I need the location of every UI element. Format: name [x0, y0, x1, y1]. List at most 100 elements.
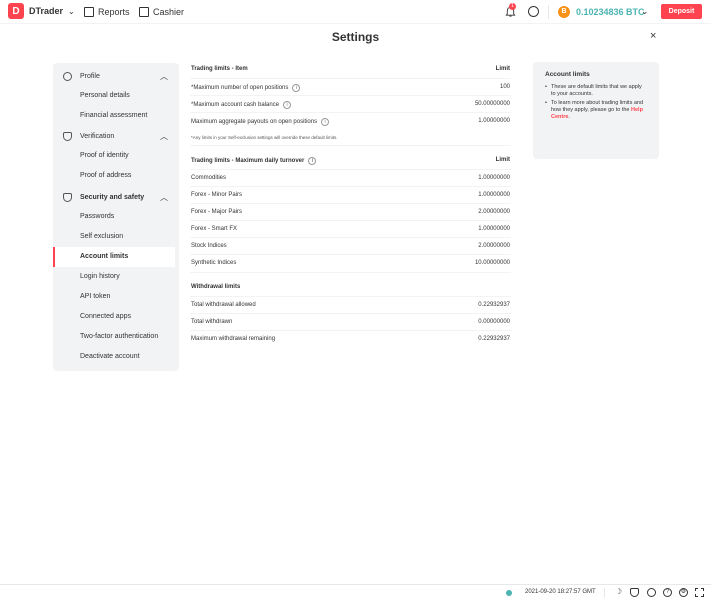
row-value: 0.22932937 [478, 336, 510, 342]
info-icon[interactable]: i [292, 84, 301, 92]
sidebar-item-two-factor-auth[interactable]: Two-factor authentication [53, 327, 175, 347]
table-title: Trading limits - Item [191, 66, 248, 72]
table-row: *Maximum account cash balance i 50.000000… [190, 95, 511, 112]
row-label: Synthetic Indices [191, 260, 237, 266]
row-label: Commodities [191, 175, 227, 181]
row-label: Forex - Minor Pairs [191, 192, 243, 198]
sidebar-section-verification[interactable]: Verification ︿ [53, 126, 179, 146]
row-value: 100 [499, 84, 510, 90]
row-label: Total withdrawal allowed [191, 302, 256, 308]
fullscreen-icon[interactable] [695, 588, 704, 597]
sidebar-item-proof-of-identity[interactable]: Proof of identity [53, 146, 175, 166]
close-icon[interactable]: × [650, 30, 656, 42]
nav-reports[interactable]: Reports [84, 7, 130, 17]
footer: 2021-09-20 18:27:57 GMT ☽ ? ⚙ [0, 584, 711, 600]
sidebar-item-deactivate-account[interactable]: Deactivate account [53, 347, 175, 367]
row-label: Maximum withdrawal remaining [191, 336, 276, 342]
deposit-button[interactable]: Deposit [661, 4, 702, 19]
user-icon [63, 71, 72, 81]
info-icon[interactable]: i [283, 101, 292, 109]
chevron-down-icon: ⌄ [68, 6, 75, 16]
sidebar-section-label: Verification [80, 132, 115, 140]
sidebar-item-login-history[interactable]: Login history [53, 267, 175, 287]
account-limits-info-box: Account limits These are default limits … [533, 62, 659, 159]
lock-shield-icon [63, 192, 72, 202]
server-time: 2021-09-20 18:27:57 GMT [525, 589, 596, 595]
row-value: 0.00000000 [478, 319, 510, 325]
row-label: *Maximum number of open positions [191, 85, 289, 91]
info-bullet-end: . [568, 114, 570, 120]
settings-sidebar: Profile ︿ Personal details Financial ass… [53, 63, 179, 371]
cashier-icon [139, 7, 149, 17]
top-header: D DTrader ⌄ Reports Cashier 1 B 0.102348… [0, 0, 711, 24]
limit-column-header: Limit [495, 157, 510, 163]
account-icon[interactable] [528, 6, 539, 17]
sidebar-item-proof-of-address[interactable]: Proof of address [53, 166, 175, 186]
nav-reports-label: Reports [98, 7, 130, 17]
table-header: Trading limits - Maximum daily turnover i… [190, 154, 511, 168]
chevron-up-icon: ︿ [160, 192, 168, 202]
table-title: Trading limits - Maximum daily turnover [191, 158, 305, 164]
sidebar-section-label: Profile [80, 72, 100, 80]
sidebar-section-label: Security and safety [80, 193, 145, 201]
nav-cashier[interactable]: Cashier [139, 7, 184, 17]
reports-icon [84, 7, 94, 17]
chevron-up-icon: ︿ [160, 131, 168, 141]
platform-name: DTrader [29, 6, 64, 16]
row-label: Forex - Smart FX [191, 226, 238, 232]
info-bullet: These are default limits that we apply t… [545, 84, 647, 98]
sidebar-item-account-limits[interactable]: Account limits [53, 247, 175, 267]
account-balance[interactable]: 0.10234836 BTC [576, 7, 645, 17]
sidebar-item-api-token[interactable]: API token [53, 287, 175, 307]
info-box-title: Account limits [545, 71, 590, 78]
row-value: 1.00000000 [478, 175, 510, 181]
row-value: 1.00000000 [478, 192, 510, 198]
table-row: Stock Indices 2.00000000 [190, 237, 511, 254]
row-label: Stock Indices [191, 243, 227, 249]
self-exclusion-note: *Any limits in your Self-exclusion setti… [191, 135, 338, 140]
platform-switcher[interactable]: D DTrader ⌄ [8, 3, 75, 19]
section-divider [190, 145, 511, 146]
table-row: Total withdrawn 0.00000000 [190, 313, 511, 330]
sidebar-item-connected-apps[interactable]: Connected apps [53, 307, 175, 327]
info-bullet: To learn more about trading limits and h… [545, 100, 647, 121]
table-title: Withdrawal limits [191, 284, 241, 290]
shield-check-icon [63, 131, 72, 141]
help-icon[interactable]: ? [663, 588, 672, 597]
row-label: Forex - Major Pairs [191, 209, 243, 215]
info-icon[interactable]: i [308, 157, 317, 165]
btc-currency-icon: B [558, 6, 570, 18]
table-row: Maximum aggregate payouts on open positi… [190, 112, 511, 129]
info-bullet-text: To learn more about trading limits and h… [551, 100, 644, 113]
row-value: 0.22932937 [478, 302, 510, 308]
row-label: *Maximum account cash balance [191, 102, 280, 108]
info-icon[interactable]: i [321, 118, 330, 126]
row-value: 50.00000000 [474, 101, 510, 107]
row-label: Total withdrawn [191, 319, 233, 325]
table-row: Synthetic Indices 10.00000000 [190, 254, 511, 271]
chevron-down-icon[interactable]: ⌄ [641, 6, 649, 17]
chat-icon[interactable] [647, 588, 656, 597]
row-value: 2.00000000 [478, 243, 510, 249]
row-value: 1.00000000 [478, 226, 510, 232]
responsible-trading-icon[interactable] [630, 588, 639, 597]
settings-gear-icon[interactable]: ⚙ [679, 588, 688, 597]
network-status-icon[interactable] [506, 590, 512, 596]
table-row: Commodities 1.00000000 [190, 169, 511, 186]
table-row: Forex - Minor Pairs 1.00000000 [190, 186, 511, 203]
sidebar-item-personal-details[interactable]: Personal details [53, 86, 175, 106]
sidebar-item-self-exclusion[interactable]: Self exclusion [53, 227, 175, 247]
dark-mode-icon[interactable]: ☽ [614, 588, 623, 597]
sidebar-item-passwords[interactable]: Passwords [53, 207, 175, 227]
header-divider [548, 5, 549, 19]
section-divider [190, 272, 511, 273]
row-value: 10.00000000 [474, 260, 510, 266]
limit-column-header: Limit [495, 66, 510, 72]
sidebar-item-financial-assessment[interactable]: Financial assessment [53, 106, 175, 126]
row-value: 2.00000000 [478, 209, 510, 215]
sidebar-section-security[interactable]: Security and safety ︿ [53, 187, 179, 207]
page-title: Settings [331, 30, 380, 44]
sidebar-section-profile[interactable]: Profile ︿ [53, 66, 179, 86]
table-row: Total withdrawal allowed 0.22932937 [190, 296, 511, 313]
notification-badge: 1 [509, 3, 516, 10]
